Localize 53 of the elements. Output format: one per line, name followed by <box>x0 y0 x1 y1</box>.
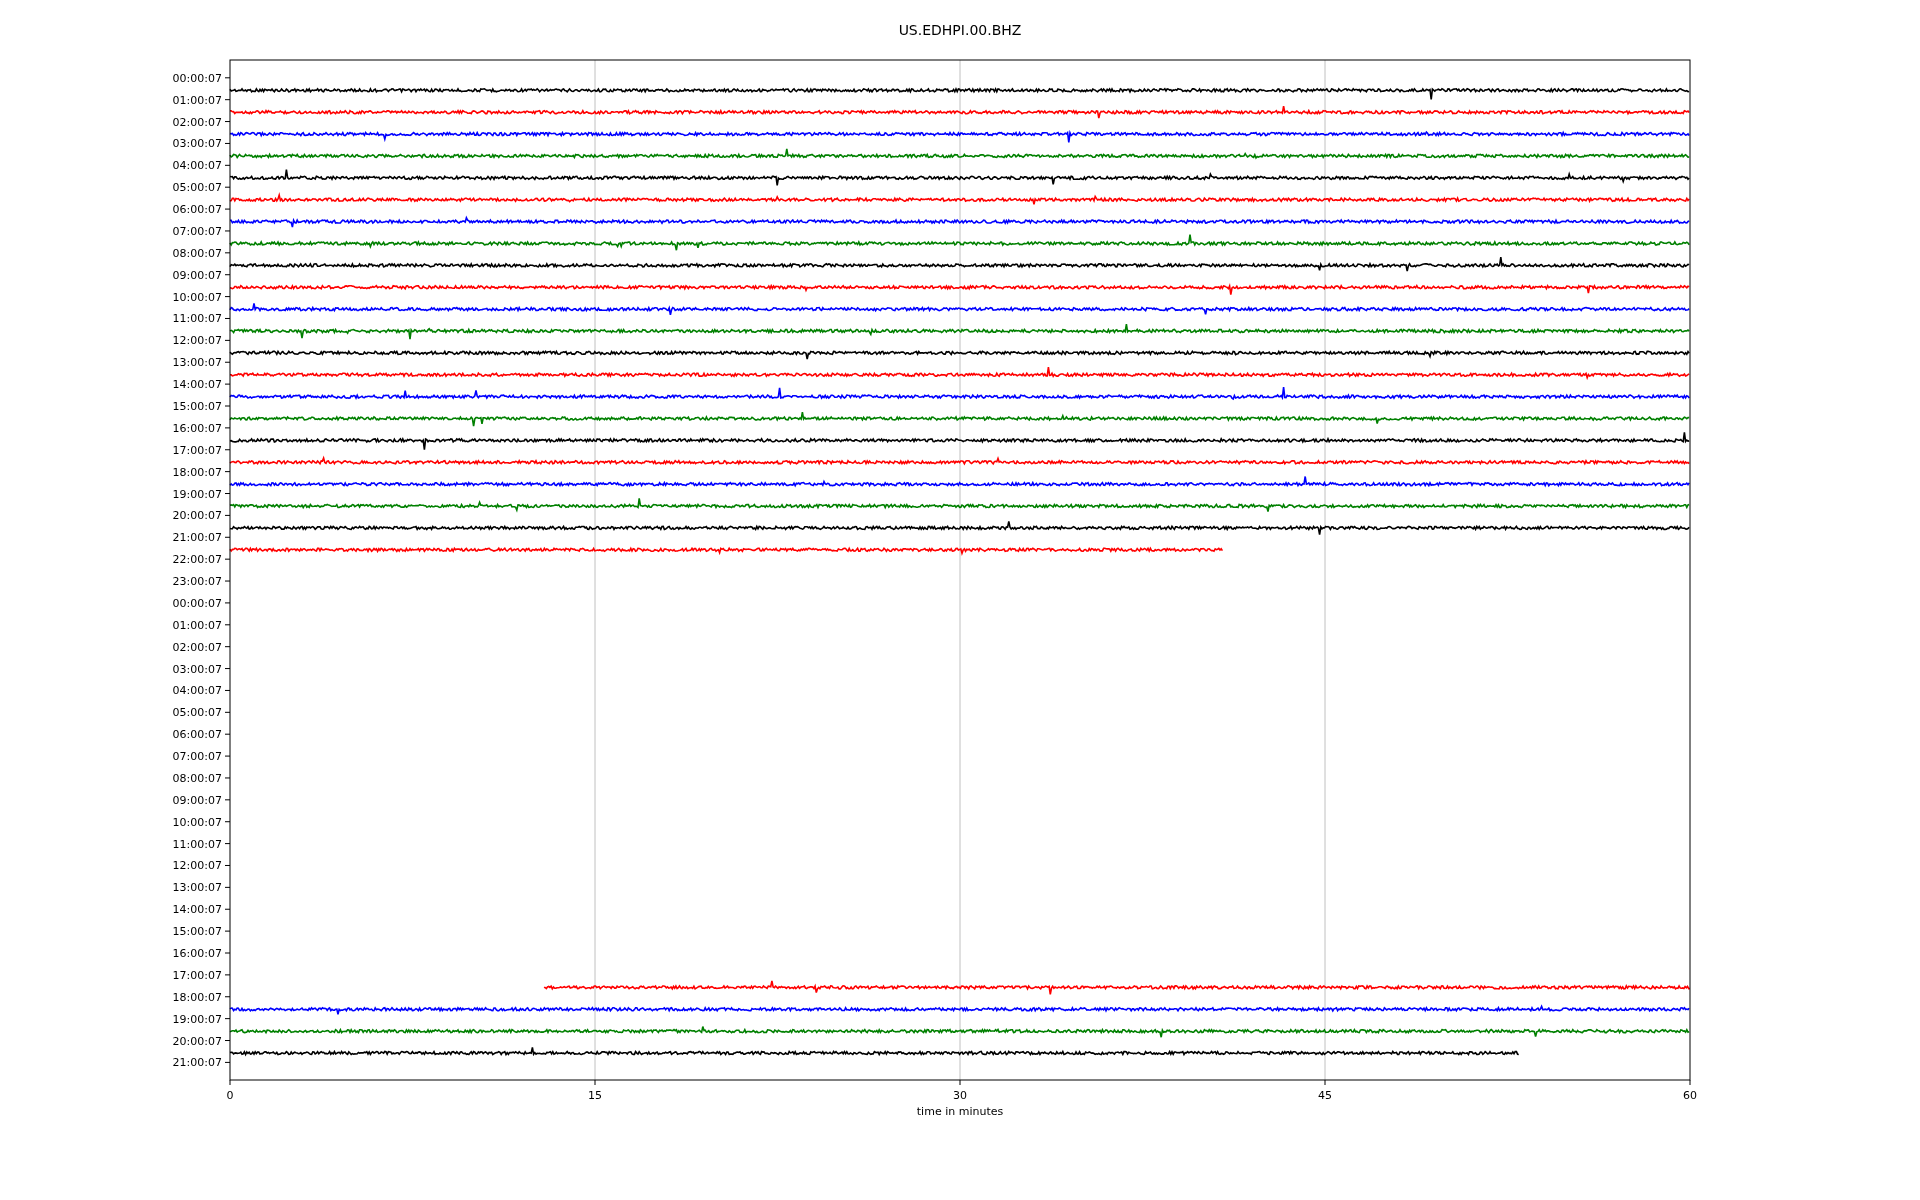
y-tick-label: 14:00:07 <box>172 903 222 917</box>
y-tick-label: 06:00:07 <box>172 728 222 742</box>
y-tick-label: 11:00:07 <box>172 312 222 326</box>
y-tick-label: 15:00:07 <box>172 400 222 413</box>
y-tick-label: 12:00:07 <box>172 334 222 348</box>
x-tick-label: 45 <box>1318 1089 1332 1102</box>
y-tick-label: 06:00:07 <box>172 203 222 217</box>
y-tick-label: 04:00:07 <box>172 684 222 698</box>
y-tick-label: 00:00:07 <box>172 596 222 610</box>
y-tick-label: 02:00:07 <box>172 640 222 654</box>
y-tick-label: 15:00:07 <box>172 925 222 939</box>
y-tick-label: 10:00:07 <box>172 290 222 304</box>
y-tick-label: 10:00:07 <box>172 815 222 829</box>
y-tick-label: 16:00:07 <box>172 947 222 960</box>
y-tick-label: 21:00:07 <box>172 531 222 545</box>
x-axis-label: time in minutes <box>916 1105 1004 1118</box>
x-tick-label: 15 <box>588 1089 602 1102</box>
y-tick-label: 11:00:07 <box>172 837 222 851</box>
y-tick-label: 05:00:07 <box>172 181 222 195</box>
y-tick-label: 08:00:07 <box>172 246 222 260</box>
y-tick-label: 16:00:07 <box>172 421 222 435</box>
y-tick-label: 18:00:07 <box>172 990 222 1004</box>
x-tick-label: 60 <box>1683 1089 1697 1102</box>
x-tick-label: 0 <box>226 1089 234 1102</box>
chart-title: US.EDHPI.00.BHZ <box>898 22 1022 38</box>
y-tick-label: 12:00:07 <box>172 859 222 873</box>
y-tick-label: 05:00:07 <box>172 706 222 720</box>
y-tick-label: 19:00:07 <box>172 1012 222 1026</box>
y-tick-label: 17:00:07 <box>172 443 222 457</box>
y-tick-label: 09:00:07 <box>172 793 222 807</box>
y-tick-label: 20:00:07 <box>172 509 222 523</box>
y-tick-label: 19:00:07 <box>172 487 222 501</box>
y-tick-label: 04:00:07 <box>172 159 222 173</box>
y-tick-label: 18:00:07 <box>172 465 222 479</box>
y-tick-label: 07:00:07 <box>172 224 222 238</box>
y-tick-label: 09:00:07 <box>172 268 222 282</box>
y-tick-label: 14:00:07 <box>172 378 222 392</box>
y-tick-label: 01:00:07 <box>172 618 222 632</box>
x-tick-label: 30 <box>953 1089 967 1102</box>
y-tick-label: 07:00:07 <box>172 750 222 764</box>
y-tick-label: 22:00:07 <box>172 553 222 567</box>
y-tick-label: 17:00:07 <box>172 968 222 982</box>
y-tick-label: 01:00:07 <box>172 93 222 107</box>
y-tick-label: 13:00:07 <box>172 881 222 895</box>
y-tick-label: 00:00:07 <box>172 71 222 85</box>
y-tick-label: 21:00:07 <box>172 1056 222 1070</box>
y-tick-label: 03:00:07 <box>172 662 222 676</box>
y-tick-label: 13:00:07 <box>172 356 222 370</box>
y-tick-label: 03:00:07 <box>172 137 222 151</box>
y-tick-label: 02:00:07 <box>172 115 222 129</box>
y-tick-label: 23:00:07 <box>172 575 222 589</box>
y-tick-label: 20:00:07 <box>172 1034 222 1048</box>
y-tick-label: 08:00:07 <box>172 771 222 785</box>
